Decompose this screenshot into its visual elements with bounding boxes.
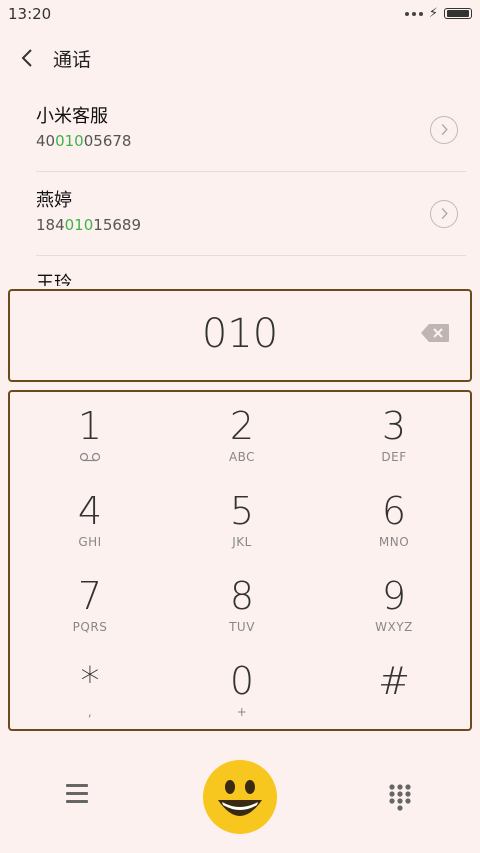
key-2[interactable]: 2 ABC (166, 396, 318, 481)
status-time: 13:20 (8, 5, 52, 23)
key-7[interactable]: 7 PQRS (14, 566, 166, 651)
contact-name: 小米客服 (36, 106, 108, 127)
back-icon[interactable] (18, 44, 38, 72)
charging-icon: ⚡ (428, 6, 438, 21)
number-match: 010 (64, 216, 94, 234)
dialpad: 1 2 ABC 3 DEF 4 GHI 5 JKL 6 MNO 7 PQRS 8… (8, 390, 472, 731)
bottom-bar (0, 760, 480, 840)
key-0[interactable]: 0 + (166, 651, 318, 736)
voicemail-icon (79, 452, 101, 462)
status-icons: ⚡ (404, 6, 472, 21)
backspace-icon[interactable] (420, 323, 450, 343)
key-1[interactable]: 1 (14, 396, 166, 481)
dialpad-icon[interactable] (386, 782, 414, 812)
contact-name: 燕婷 (36, 190, 72, 211)
key-6[interactable]: 6 MNO (318, 481, 470, 566)
number-match: 010 (55, 132, 84, 150)
key-9[interactable]: 9 WXYZ (318, 566, 470, 651)
contact-number: 4001005678 (36, 132, 132, 150)
header: 通话 (0, 36, 480, 80)
contact-name-partial: 王玲 (36, 273, 72, 286)
battery-icon (444, 8, 472, 19)
key-hash[interactable]: # (318, 651, 470, 736)
more-notifications-icon (404, 11, 423, 16)
page-title: 通话 (53, 49, 92, 71)
contact-detail-icon[interactable] (430, 200, 458, 228)
divider (36, 255, 466, 256)
contact-item[interactable]: 燕婷 18401015689 (36, 172, 466, 256)
contact-item[interactable]: 小米客服 4001005678 (36, 88, 466, 172)
contact-number: 18401015689 (36, 216, 141, 234)
key-5[interactable]: 5 JKL (166, 481, 318, 566)
key-star[interactable]: * , (14, 651, 166, 736)
key-3[interactable]: 3 DEF (318, 396, 470, 481)
status-bar: 13:20 ⚡ (0, 0, 480, 28)
contact-detail-icon[interactable] (430, 116, 458, 144)
key-4[interactable]: 4 GHI (14, 481, 166, 566)
menu-icon[interactable] (66, 784, 94, 808)
dialed-number: 010 (201, 311, 279, 357)
key-8[interactable]: 8 TUV (166, 566, 318, 651)
dial-display: 010 (8, 289, 472, 382)
smiley-call-icon[interactable] (203, 760, 277, 834)
